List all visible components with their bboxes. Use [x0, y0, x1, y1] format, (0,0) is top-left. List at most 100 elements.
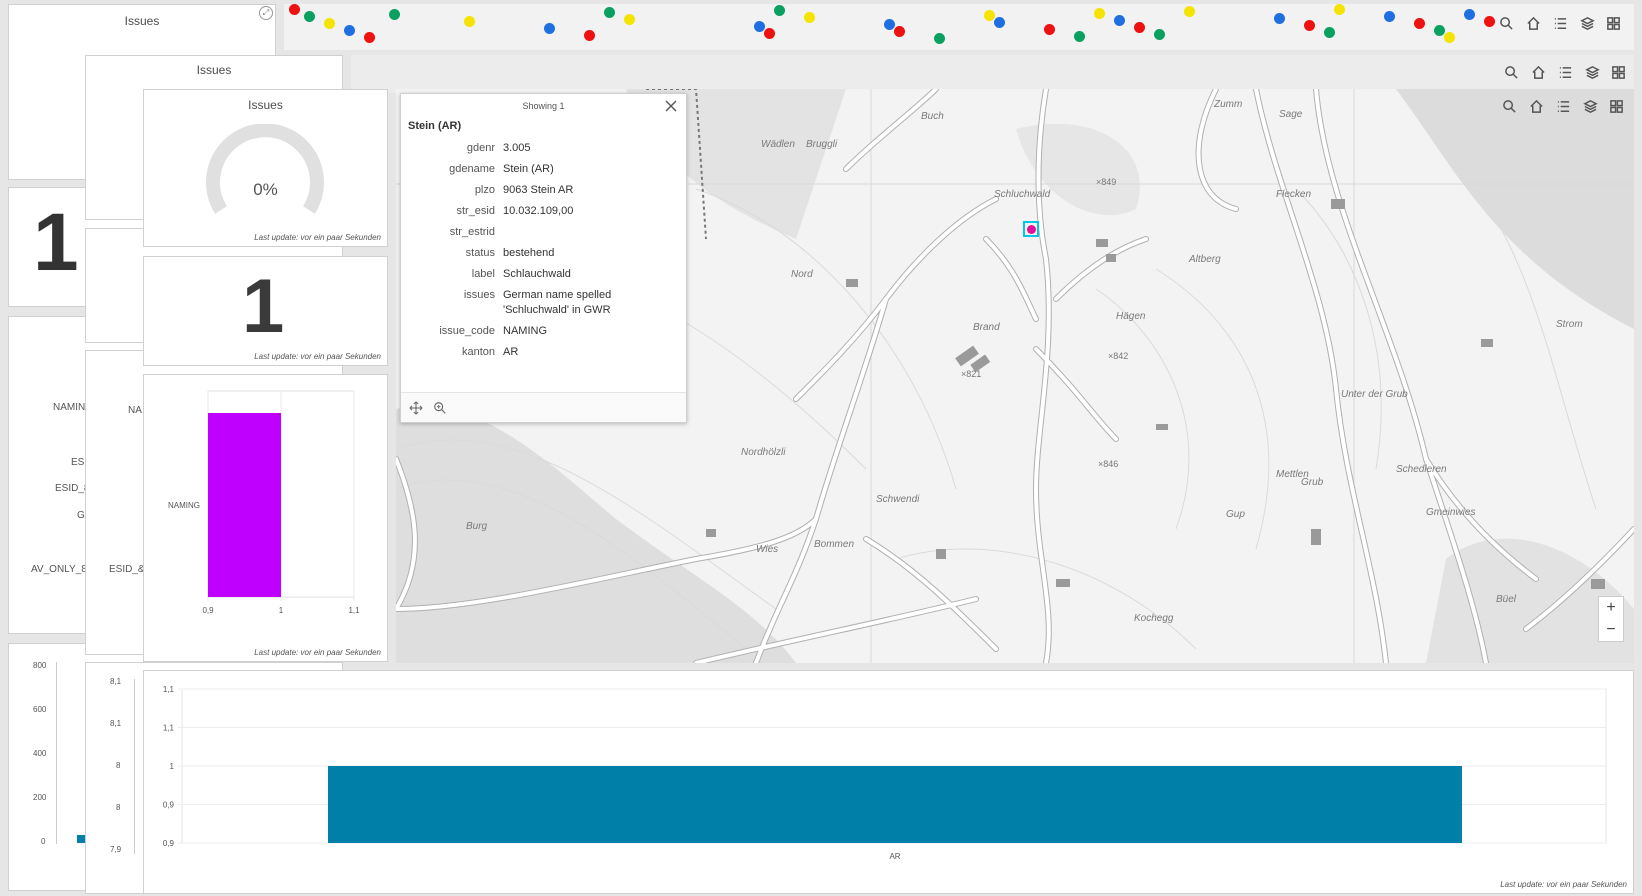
qr-icon[interactable] [1607, 61, 1629, 83]
map-point-marker[interactable] [1274, 13, 1285, 24]
map-point-marker[interactable] [764, 28, 775, 39]
canton-chart-panel: 1,1 1,1 1 0,9 0,9 AR Last update: vor ein paa… [143, 670, 1634, 894]
zoom-out-button[interactable]: − [1599, 619, 1623, 641]
close-icon[interactable] [663, 98, 679, 114]
zoom-to-icon[interactable] [433, 401, 447, 415]
map-point-marker[interactable] [1184, 6, 1195, 17]
map-point-marker[interactable] [1384, 11, 1395, 22]
attribute-key: status [465, 247, 495, 259]
map-point-marker[interactable] [1334, 4, 1345, 15]
y-tick-label: 1,1 [163, 724, 175, 733]
bg-axis-tick: 800 [33, 661, 47, 670]
map-point-marker[interactable] [1094, 8, 1105, 19]
map-point-marker[interactable] [544, 23, 555, 34]
mid-axis-tick: 7,9 [110, 845, 122, 854]
map-point-marker[interactable] [344, 25, 355, 36]
gauge-value: 0% [253, 180, 278, 199]
map-point-marker[interactable] [1324, 27, 1335, 38]
bg-cat-label: ES [71, 457, 85, 468]
popup-footer [401, 392, 686, 422]
map-point-marker[interactable] [1074, 31, 1085, 42]
qr-icon[interactable] [1605, 95, 1627, 117]
last-update-text: Last update: vor ein paar Sekunden [254, 648, 381, 657]
map-place-label: Bruggli [806, 139, 838, 150]
map-point-marker[interactable] [994, 17, 1005, 28]
map-place-label: Schwendi [876, 494, 920, 505]
map-point-marker[interactable] [894, 26, 905, 37]
x-tick-label: 1,1 [348, 606, 360, 615]
attribute-value: 9063 Stein AR [503, 184, 574, 196]
map-point-marker[interactable] [324, 18, 335, 29]
map-point-marker[interactable] [304, 11, 315, 22]
gauge-panel: Issues 0% Last update: vor ein paar Seku… [143, 89, 388, 247]
popup-attribute-row: kanton AR [401, 342, 686, 363]
bar [208, 413, 281, 597]
bg-map-mid[interactable] [351, 55, 1634, 93]
map-point-marker[interactable] [389, 9, 400, 20]
home-icon[interactable] [1527, 61, 1549, 83]
zoom-in-button[interactable]: + [1599, 597, 1623, 619]
popup-attribute-row: issues German name spelled 'Schluchwald' … [401, 285, 686, 321]
map-point-marker[interactable] [804, 12, 815, 23]
map-point-marker[interactable] [624, 14, 635, 25]
home-icon[interactable] [1525, 95, 1547, 117]
map-place-label: Hägen [1116, 311, 1146, 322]
map-place-label: Unter der Grub [1341, 389, 1408, 400]
map-point-marker[interactable] [984, 10, 995, 21]
layers-icon[interactable] [1579, 95, 1601, 117]
expand-icon[interactable]: ⤢ [259, 6, 273, 20]
list-icon[interactable] [1552, 95, 1574, 117]
mid-cat-label: ESID_& [109, 564, 145, 575]
map-point-marker[interactable] [604, 7, 615, 18]
map-point-marker[interactable] [1484, 16, 1495, 27]
qr-icon[interactable] [1602, 12, 1624, 34]
map-point-marker[interactable] [584, 30, 595, 41]
map-place-label: Gup [1226, 509, 1245, 520]
layers-icon[interactable] [1581, 61, 1603, 83]
map-place-label: Buch [921, 111, 944, 122]
move-icon[interactable] [409, 401, 423, 415]
attribute-key: issues [463, 289, 495, 301]
list-icon[interactable] [1554, 61, 1576, 83]
map-point-marker[interactable] [289, 4, 300, 15]
popup-header: Showing 1 [401, 94, 686, 118]
search-icon[interactable] [1500, 61, 1522, 83]
map-point-marker[interactable] [754, 21, 765, 32]
map-point-marker[interactable] [1464, 9, 1475, 20]
attribute-value: Schlauchwald [503, 268, 571, 280]
map-point-marker[interactable] [934, 33, 945, 44]
home-icon[interactable] [1522, 12, 1544, 34]
map-point-marker[interactable] [884, 19, 895, 30]
map-point-marker[interactable] [774, 5, 785, 16]
last-update-text: Last update: vor ein paar Sekunden [1500, 880, 1627, 889]
bg-cat-label: AV_ONLY_8 [31, 564, 87, 575]
attribute-key: str_esid [456, 205, 495, 217]
map-point-marker[interactable] [1114, 15, 1125, 26]
search-icon[interactable] [1498, 95, 1520, 117]
map-point-marker[interactable] [1434, 25, 1445, 36]
selected-feature-marker[interactable] [1023, 221, 1039, 237]
mid-axis-line [134, 679, 135, 854]
map-point-marker[interactable] [364, 32, 375, 43]
map-point-marker[interactable] [464, 16, 475, 27]
map-point-marker[interactable] [1154, 29, 1165, 40]
category-chart-panel: 0,9 1 1,1 NAMING Last update: vor ein paar … [143, 374, 388, 662]
attribute-key: issue_code [439, 325, 495, 337]
popup-attribute-row: gdename Stein (AR) [401, 159, 686, 180]
bg-map-far[interactable] [284, 4, 1634, 50]
map-place-label: Nordhölzli [741, 447, 786, 458]
map-point-marker[interactable] [1414, 18, 1425, 29]
search-icon[interactable] [1495, 12, 1517, 34]
feature-popup: Showing 1 Stein (AR) gdenr 3.005 gdename St… [400, 93, 687, 423]
map-point-marker[interactable] [1444, 32, 1455, 43]
map-point-marker[interactable] [1304, 20, 1315, 31]
list-icon[interactable] [1549, 12, 1571, 34]
bg-cat-label: G [77, 510, 85, 521]
map-point-marker[interactable] [1134, 22, 1145, 33]
layers-icon[interactable] [1576, 12, 1598, 34]
popup-attribute-row: str_estrid [401, 222, 686, 243]
map-place-label: Büel [1496, 594, 1517, 605]
map-spot-height: ×849 [1096, 177, 1117, 187]
mid-axis-tick: 8 [116, 761, 121, 770]
map-point-marker[interactable] [1044, 24, 1055, 35]
